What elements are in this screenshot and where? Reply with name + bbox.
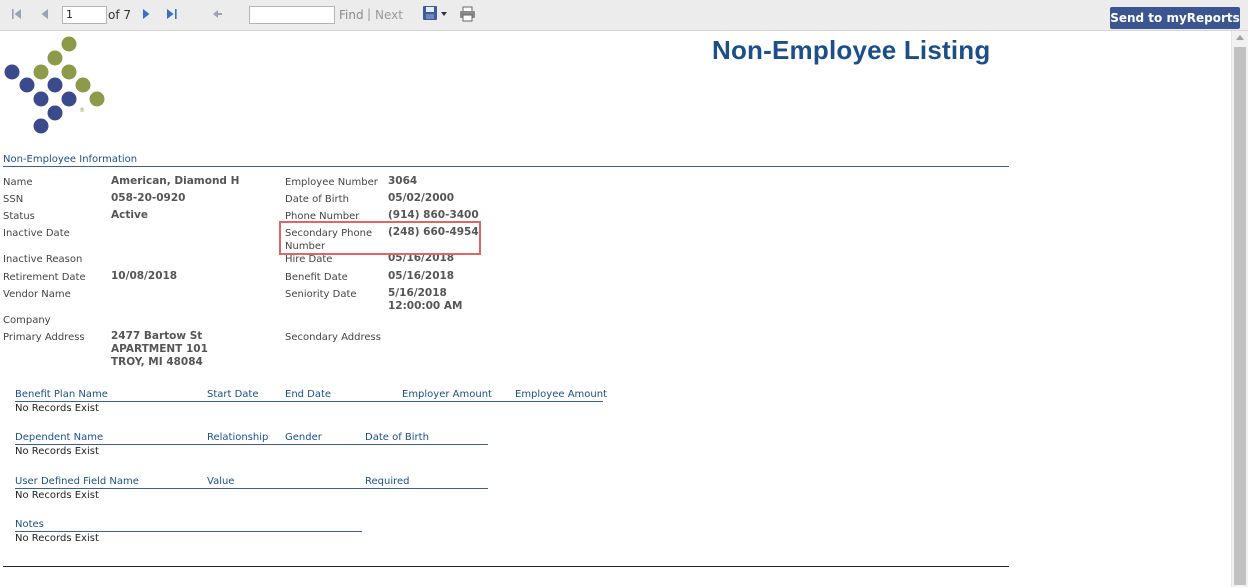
field-value-name: American, Diamond H [111,175,240,187]
field-value-address-line-1: 2477 Bartow St [111,330,203,342]
company-logo: ® [4,36,105,134]
previous-page-icon[interactable] [38,7,52,21]
page-number-input[interactable]: 1 [62,6,107,24]
udf-empty-text: No Records Exist [15,490,99,501]
udf-header-rule [15,488,488,489]
field-value-seniority-date-line-2: 12:00:00 AM [388,300,463,312]
send-to-myreports-button[interactable]: Send to myReports [1110,7,1240,29]
toolbar-separator: | [367,7,372,21]
last-page-icon[interactable] [165,7,179,21]
next-page-icon[interactable] [139,7,153,21]
notes-header-rule [15,531,362,532]
first-page-icon[interactable] [10,7,24,21]
field-label-company: Company [3,315,51,326]
field-label-date-of-birth: Date of Birth [285,194,349,205]
page-footer-rule [3,566,1009,567]
report-toolbar: 1 of 7 Find | Next Send to myReports [0,0,1248,31]
field-label-secondary-address: Secondary Address [285,332,381,343]
field-value-employee-number: 3064 [388,175,418,187]
vertical-scrollbar[interactable] [1231,31,1248,587]
find-next-link[interactable]: Next [375,8,403,22]
field-label-primary-address: Primary Address [3,332,85,343]
dependents-header-relationship: Relationship [207,432,269,443]
dependents-empty-text: No Records Exist [15,446,99,457]
section-title: Non-Employee Information [3,154,138,165]
print-icon[interactable] [459,6,476,22]
udf-header-value: Value [207,476,235,487]
dependents-header-name: Dependent Name [15,432,104,443]
field-label-seniority-date: Seniority Date [285,289,357,300]
benefits-header-employer-amount: Employer Amount [402,389,492,400]
field-label-inactive-reason: Inactive Reason [3,254,83,265]
notes-header: Notes [15,519,44,530]
udf-header-field-name: User Defined Field Name [15,476,139,487]
field-value-address-line-2: APARTMENT 101 [111,343,208,355]
field-label-name: Name [3,177,33,188]
dependents-header-gender: Gender [285,432,322,443]
field-label-ssn: SSN [3,194,24,205]
dependents-header-date-of-birth: Date of Birth [365,432,429,443]
field-label-benefit-date: Benefit Date [285,272,348,283]
benefits-header-employee-amount: Employee Amount [515,389,608,400]
find-text-input[interactable] [249,6,335,24]
field-label-status: Status [3,211,35,222]
benefits-empty-text: No Records Exist [15,403,99,414]
find-link[interactable]: Find [339,8,364,22]
field-label-retirement-date: Retirement Date [3,272,86,283]
udf-header-required: Required [365,476,410,487]
benefits-header-end-date: End Date [285,389,332,400]
notes-empty-text: No Records Exist [15,533,99,544]
field-value-seniority-date-line-1: 5/16/2018 [388,287,447,299]
scroll-up-arrow-icon[interactable] [1236,35,1244,40]
secondary-phone-highlight [279,221,481,255]
benefits-header-plan-name: Benefit Plan Name [15,389,108,400]
scrollbar-thumb[interactable] [1234,47,1246,585]
page-count-text: of 7 [108,8,132,22]
field-label-vendor-name: Vendor Name [3,289,71,300]
field-value-address-line-3: TROY, MI 48084 [111,356,203,368]
benefits-header-start-date: Start Date [207,389,259,400]
benefits-header-rule [15,401,603,402]
field-value-date-of-birth: 05/02/2000 [388,192,455,204]
field-label-inactive-date: Inactive Date [3,228,70,239]
field-value-benefit-date: 05/16/2018 [388,270,455,282]
field-value-status: Active [111,209,148,221]
svg-text:®: ® [79,107,85,114]
report-title: Non-Employee Listing [712,35,991,65]
section-divider [3,166,1009,167]
field-value-ssn: 058-20-0920 [111,192,186,204]
dependents-header-rule [15,444,488,445]
back-to-parent-icon[interactable] [210,7,224,21]
field-value-retirement-date: 10/08/2018 [111,270,178,282]
field-label-employee-number: Employee Number [285,177,378,188]
export-save-icon[interactable] [422,5,450,22]
